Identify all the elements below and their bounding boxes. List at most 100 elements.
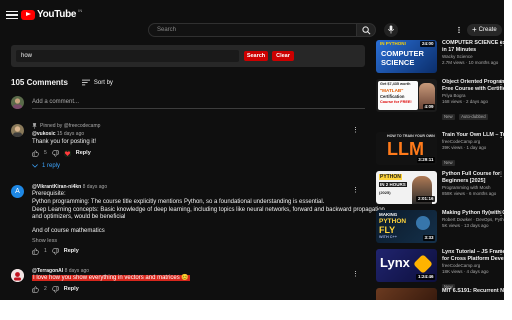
video-thumbnail[interactable]: HOW TO TRAIN YOUR OWN LLM 3:29:11 [376, 132, 437, 165]
like-icon[interactable] [32, 248, 39, 255]
thumbnail-caption: Course for FREE! [380, 100, 412, 104]
comments-count: 105 Comments [11, 78, 68, 87]
dislike-icon[interactable] [52, 150, 59, 157]
video-thumbnail[interactable]: IN PYTHON! COMPUTER SCIENCE 24:00 [376, 40, 437, 73]
video-more-icon[interactable]: ⋮ [498, 79, 504, 86]
recommended-video[interactable]: Lynx 1:24:46 Lynx Tutorial – JS Framewor… [376, 249, 504, 290]
commenter-avatar[interactable] [11, 124, 24, 137]
add-comment-row: Add a comment... [11, 96, 365, 110]
thumbnail-caption: IN 2 HOURS [379, 182, 407, 187]
video-thumbnail[interactable]: Lynx 1:24:46 [376, 249, 437, 282]
video-title[interactable]: MIT 6.S191: Recurrent Neura [442, 288, 504, 295]
thumbnail-caption: FLY [379, 225, 396, 235]
video-title[interactable]: Making Python fly(with C++) [442, 210, 504, 217]
comment-line: Deep Learning concepts: Basic knowledge … [32, 206, 387, 213]
reply-button[interactable]: Reply [76, 150, 91, 156]
commenter-avatar[interactable]: A [11, 185, 24, 198]
thumbnail-caption: (2025) [379, 190, 391, 195]
comment-time[interactable]: 8 days ago [65, 268, 89, 274]
video-thumbnail[interactable]: PYTHON IN 2 HOURS (2025) 2:01:16 [376, 171, 437, 204]
recommended-video[interactable]: Get $7,435 worth "MATLAB" Certification … [376, 79, 504, 120]
like-icon[interactable] [32, 150, 39, 157]
logo-text: YouTube [37, 9, 77, 20]
comment-more-icon[interactable]: ⋮ [352, 187, 359, 194]
comment-time[interactable]: 15 days ago [57, 131, 84, 137]
video-title[interactable]: Train Your Own LLM – Tutorial [442, 132, 504, 139]
thumbnail-caption: COMPUTER [381, 49, 424, 58]
recommended-video[interactable]: MAKING PYTHON FLY WITH C++ 3:33 Making P… [376, 210, 504, 246]
comment-filter-input[interactable]: how [16, 50, 239, 62]
video-duration: 1:24:46 [416, 274, 435, 280]
comment-line: and optimizers, would be beneficial [32, 214, 126, 221]
video-more-icon[interactable]: ⋮ [498, 171, 504, 178]
reply-button[interactable]: Reply [64, 286, 79, 292]
search-icon [362, 26, 371, 35]
recommended-video[interactable]: PYTHON IN 2 HOURS (2025) 2:01:16 Python … [376, 171, 504, 207]
filter-search-button[interactable]: Search [244, 51, 268, 61]
comment-author[interactable]: @TerragonAI [32, 268, 63, 274]
video-title[interactable]: for Cross Platform Developm [442, 256, 504, 263]
top-right-actions: + Create [455, 24, 502, 36]
thumbnail-caption: MAKING [379, 212, 398, 217]
comment-more-icon[interactable]: ⋮ [352, 271, 359, 278]
comment-item: Pinned by @freecodecamp @vukosic 15 days… [11, 123, 365, 179]
microphone-icon [388, 25, 394, 34]
create-label: Create [478, 27, 497, 33]
comment-line: Python programming: The course title exp… [32, 198, 325, 205]
recommended-video[interactable]: MIT 6.S191: Recurrent Neura [376, 288, 504, 300]
show-less-button[interactable]: Show less [32, 238, 387, 244]
video-more-icon[interactable]: ⋮ [498, 249, 504, 256]
video-more-icon[interactable]: ⋮ [498, 210, 504, 217]
video-duration: 3:33 [422, 235, 435, 241]
video-title[interactable]: Lynx Tutorial – JS Framework [442, 249, 504, 256]
comment-author[interactable]: @VikrantKiran-ni4kn [32, 184, 81, 190]
thumbnail-caption: Get $7,435 worth [380, 82, 411, 86]
view-replies-button[interactable]: 1 reply [32, 163, 100, 169]
comment-author[interactable]: @vukosic [32, 131, 56, 137]
video-title[interactable]: Free Course with Certificate | [442, 86, 504, 93]
comment-text: Thank you for posting it! [32, 139, 97, 145]
pinned-label: Pinned by @freecodecamp [40, 123, 101, 129]
video-more-icon[interactable]: ⋮ [498, 132, 504, 139]
create-button[interactable]: + Create [467, 24, 502, 36]
more-vertical-icon[interactable] [455, 26, 463, 34]
youtube-logo[interactable]: YouTube IN [21, 8, 82, 20]
commenter-avatar[interactable] [11, 269, 24, 282]
video-meta: 858K views · 6 months ago [442, 191, 497, 196]
video-more-icon[interactable]: ⋮ [498, 40, 504, 47]
thumbnail-caption: LLM [387, 139, 424, 159]
filter-clear-button[interactable]: Clear [272, 51, 294, 61]
comment-filter-bar: how Search Clear [11, 45, 365, 67]
new-badge: New [442, 160, 455, 166]
video-title[interactable]: COMPUTER SCIENCE explaine [442, 40, 504, 47]
video-thumbnail[interactable]: Get $7,435 worth "MATLAB" Certification … [376, 79, 437, 112]
search-button[interactable] [356, 23, 376, 37]
comment-text: Prerequisite: Python programming: The co… [32, 191, 387, 236]
sort-icon [81, 79, 90, 86]
reply-button[interactable]: Reply [64, 248, 79, 254]
video-title[interactable]: Beginners [2025] [442, 178, 504, 185]
video-title[interactable]: in 17 Minutes [442, 47, 504, 54]
hamburger-menu-icon[interactable] [6, 9, 18, 21]
dislike-icon[interactable] [52, 248, 59, 255]
video-thumbnail[interactable]: MAKING PYTHON FLY WITH C++ 3:33 [376, 210, 437, 243]
like-count: 2 [44, 286, 47, 293]
creator-heart-icon [63, 149, 71, 157]
video-title[interactable]: Object Oriented Programmin [442, 79, 504, 86]
current-user-avatar[interactable] [11, 96, 24, 109]
search-input[interactable]: Search [148, 23, 358, 37]
voice-search-button[interactable] [384, 23, 398, 37]
video-thumbnail[interactable] [376, 288, 437, 300]
recommended-video[interactable]: IN PYTHON! COMPUTER SCIENCE 24:00 COMPUT… [376, 40, 504, 76]
comment-more-icon[interactable]: ⋮ [352, 127, 359, 134]
comment-time[interactable]: 8 days ago [83, 184, 107, 190]
comment-item: A @VikrantKiran-ni4kn 8 days ago Prerequ… [11, 184, 387, 255]
video-duration: 24:00 [420, 41, 435, 47]
dislike-icon[interactable] [52, 286, 59, 293]
add-comment-input[interactable]: Add a comment... [32, 97, 365, 109]
video-title[interactable]: Python Full Course for [442, 171, 504, 178]
comment-item: @TerragonAI 8 days ago I love how you sh… [11, 268, 365, 298]
sort-by-button[interactable]: Sort by [81, 79, 113, 86]
recommended-video[interactable]: HOW TO TRAIN YOUR OWN LLM 3:29:11 Train … [376, 132, 504, 168]
like-icon[interactable] [32, 286, 39, 293]
